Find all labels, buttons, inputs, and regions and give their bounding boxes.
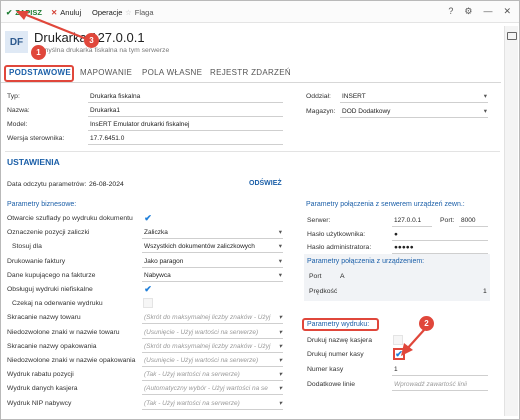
annotation-arrows [16, 11, 426, 356]
arrow-to-save [22, 12, 86, 40]
step-badge-1: 1 [31, 45, 46, 60]
step-badge-3: 3 [84, 33, 99, 48]
step-badge-2: 2 [419, 316, 434, 331]
